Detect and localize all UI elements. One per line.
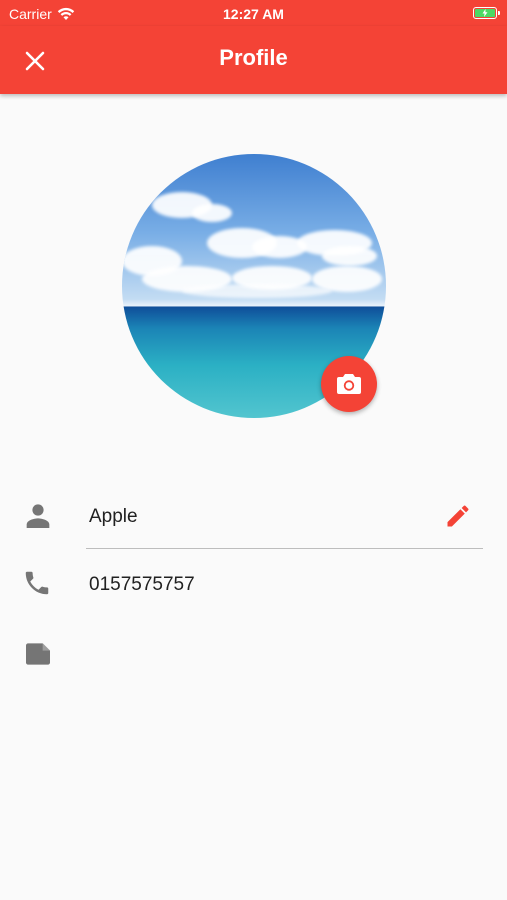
avatar-container	[122, 154, 386, 418]
page-title: Profile	[219, 45, 288, 70]
person-icon	[22, 500, 54, 532]
note-row	[0, 622, 507, 682]
charging-bolt-icon	[482, 9, 488, 17]
app-bar: Profile	[0, 26, 507, 94]
pencil-icon	[447, 505, 469, 527]
name-divider	[86, 548, 483, 549]
phone-icon	[22, 568, 54, 600]
battery-cap	[498, 11, 500, 15]
battery-level	[475, 9, 495, 17]
battery-icon	[473, 7, 500, 19]
phone-value: 0157575757	[89, 574, 195, 595]
edit-name-button[interactable]	[440, 498, 476, 534]
phone-row: 0157575757	[0, 552, 507, 612]
note-icon	[22, 638, 54, 670]
name-value: Apple	[89, 506, 138, 527]
change-photo-button[interactable]	[321, 356, 377, 412]
status-bar: Carrier 12:27 AM	[0, 0, 507, 26]
name-row: Apple	[0, 484, 507, 544]
camera-icon	[337, 374, 361, 394]
status-time: 12:27 AM	[223, 6, 284, 22]
